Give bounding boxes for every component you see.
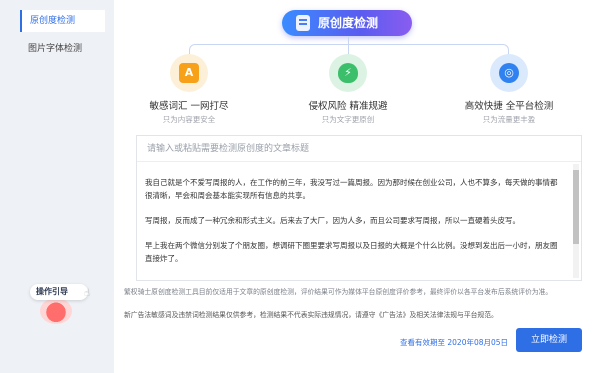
feature-title: 高效快捷 全平台检测 — [464, 101, 554, 112]
ad-law-note: 新广告法敏感词及违禁词检测结果仅供参考，检测结果不代表实际违规情况，请遵守《广告… — [124, 311, 498, 319]
feature-icon-circle: A — [170, 54, 208, 92]
feature-title: 敏感词汇 一网打尽 — [149, 101, 229, 112]
pointer-hand-icon: ☝ — [84, 288, 91, 299]
document-a-icon: A — [179, 63, 199, 83]
sidebar-item-label: 图片字体检测 — [28, 44, 83, 54]
disclaimer-note: 繁权骑士原创度检测工具目前仅适用于文章的原创度检测，评价结果可作为媒体平台原创度… — [124, 288, 553, 296]
feature-title: 侵权风险 精准规避 — [308, 101, 388, 112]
connector-line — [348, 36, 349, 44]
article-editor[interactable]: 请输入或粘贴需要检测原创度的文章标题 我自己就是个不爱写周报的人，在工作的前三年… — [136, 135, 582, 281]
shield-lightning-icon: ⚡ — [338, 63, 358, 83]
article-body[interactable]: 我自己就是个不爱写周报的人，在工作的前三年，我没写过一篇周报。因为那时候在创业公… — [145, 176, 563, 277]
feature-icon-circle: ◎ — [490, 54, 528, 92]
feature-subtitle: 只为文字更原创 — [321, 115, 375, 124]
editor-scrollbar[interactable] — [573, 164, 579, 278]
article-paragraph: 写周报，反而成了一种冗余和形式主义。后来去了大厂，因为人多，而且公司要求写周报，… — [145, 216, 520, 225]
validity-deadline[interactable]: 查看有效期至 2020年08月05日 — [400, 337, 508, 348]
guide-label: 操作引导 — [30, 284, 88, 300]
article-paragraph: 我自己就是个不爱写周报的人，在工作的前三年，我没写过一篇周报。因为那时候在创业公… — [145, 178, 558, 200]
sidebar-item-image-font-check[interactable]: 图片字体检测 — [20, 38, 105, 60]
sidebar-item-originality-check[interactable]: 原创度检测 — [20, 10, 105, 32]
article-paragraph: 早上我在两个微信分别发了个朋友圈，想调研下圈里要求写周报以及日报的大概是个什么比… — [145, 241, 558, 263]
feature-infringement-risk: ⚡ 侵权风险 精准规避 只为文字更原创 — [278, 54, 418, 125]
check-now-button[interactable]: 立即检测 — [516, 328, 582, 352]
page-title-badge: 原创度检测 — [282, 10, 412, 36]
document-icon — [296, 15, 310, 31]
feature-full-platform: ◎ 高效快捷 全平台检测 只为流量更丰盈 — [439, 54, 579, 125]
guide-arrow-icon — [40, 298, 72, 324]
feature-icon-circle: ⚡ — [329, 54, 367, 92]
page-title: 原创度检测 — [318, 16, 379, 30]
feature-subtitle: 只为流量更丰盈 — [482, 115, 536, 124]
main-panel: 原创度检测 A 敏感词汇 一网打尽 只为内容更安全 ⚡ 侵权风险 精准规避 只为… — [114, 0, 600, 373]
feature-subtitle: 只为内容更安全 — [162, 115, 216, 124]
operation-guide[interactable]: 操作引导 ☝ — [22, 278, 102, 328]
title-input[interactable]: 请输入或粘贴需要检测原创度的文章标题 — [137, 136, 581, 162]
target-icon: ◎ — [499, 63, 519, 83]
sidebar-item-label: 原创度检测 — [30, 16, 76, 26]
sidebar: 原创度检测 图片字体检测 操作引导 ☝ — [0, 0, 105, 373]
feature-sensitive-words: A 敏感词汇 一网打尽 只为内容更安全 — [119, 54, 259, 125]
scrollbar-thumb[interactable] — [573, 170, 579, 244]
